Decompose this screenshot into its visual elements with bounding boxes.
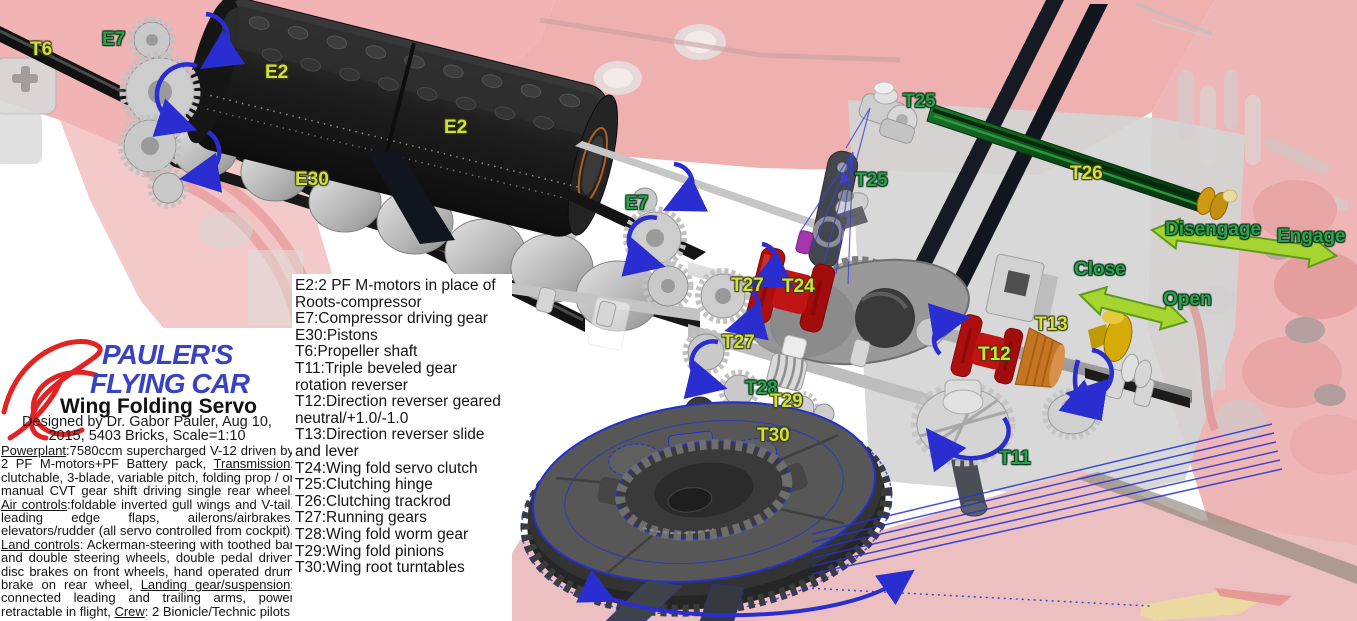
callout-t26: T26 xyxy=(1070,163,1103,184)
legend-item: T12:Direction reverser geared neutral/+1… xyxy=(295,393,501,427)
callout-t6: T6 xyxy=(30,39,53,60)
callout-t30: T30 xyxy=(757,425,790,446)
callout-e2-left: E2 xyxy=(265,62,289,83)
callout-e2-right: E2 xyxy=(444,117,468,138)
legend-item: E2:2 PF M-motors in place of Roots-compr… xyxy=(295,277,496,311)
legend-item: T29:Wing fold pinions xyxy=(295,542,445,560)
callout-t27-low: T27 xyxy=(722,332,755,353)
callout-t24: T24 xyxy=(782,276,815,297)
callout-disengage: Disengage xyxy=(1165,219,1262,240)
callout-e7-top: E7 xyxy=(102,29,126,50)
byline-line2: 2015, 5403 Bricks, Scale=1:10 xyxy=(48,428,246,444)
brand-line1: PAULER'S xyxy=(102,339,233,370)
info-panel: PAULER'S FLYING CAR Wing Folding Servo D… xyxy=(0,328,294,621)
screenshot-root: T6 E7 E2 E30 E2 E7 T25 T25 T26 Disengage Engage Clo… xyxy=(0,0,1357,621)
callout-t27-top: T27 xyxy=(731,275,764,296)
legend-item: T26:Clutching trackrod xyxy=(295,492,451,510)
callout-e30: E30 xyxy=(295,169,329,190)
legend-panel: E2:2 PF M-motors in place of Roots-compr… xyxy=(292,274,512,621)
callout-close: Close xyxy=(1074,259,1126,280)
legend-item: T13:Direction reverser slide and lever xyxy=(295,426,485,460)
frame-connector xyxy=(0,57,57,164)
callout-t25-top: T25 xyxy=(903,91,936,112)
legend-item: T25:Clutching hinge xyxy=(295,476,433,494)
callout-e7-mid: E7 xyxy=(625,193,649,214)
callout-t29: T29 xyxy=(770,391,803,412)
legend-item: T6:Propeller shaft xyxy=(295,343,418,361)
callout-t12: T12 xyxy=(978,344,1011,365)
callout-t25-low: T25 xyxy=(855,170,888,191)
legend-item: T11:Triple beveled gear rotation reverse… xyxy=(295,359,457,394)
legend-item: T24:Wing fold servo clutch xyxy=(295,459,478,477)
legend-item: T30:Wing root turntables xyxy=(295,559,465,577)
callout-t13: T13 xyxy=(1035,314,1068,335)
legend-item: T27:Running gears xyxy=(295,509,427,527)
legend-item: T28:Wing fold worm gear xyxy=(295,525,469,543)
specs-text: Powerplant:7580ccm supercharged V-12 dri… xyxy=(1,443,294,619)
callout-open: Open xyxy=(1163,289,1212,310)
callout-engage: Engage xyxy=(1277,226,1346,247)
legend-item: E7:Compressor driving gear xyxy=(295,310,488,328)
legend-list: E2:2 PF M-motors in place of Roots-compr… xyxy=(295,277,512,577)
callout-t11: T11 xyxy=(999,448,1031,469)
legend-item: E30:Pistons xyxy=(295,326,378,344)
